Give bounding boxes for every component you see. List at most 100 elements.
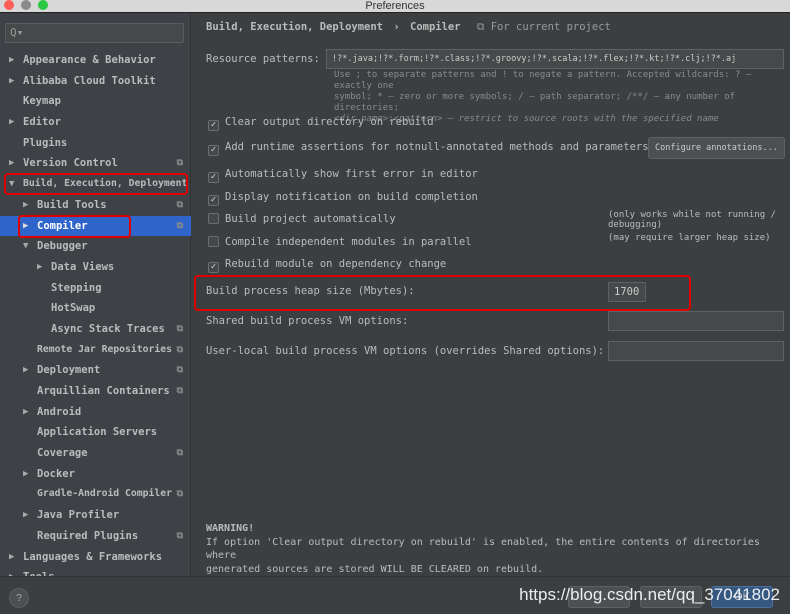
settings-search-input[interactable]: Q▾ [5, 23, 184, 43]
settings-tree: ▶ Appearance & Behavior ▶ Alibaba Cloud Too… [0, 50, 191, 588]
sidebar-item[interactable]: Remote Jar Repositories ⧉ [0, 340, 191, 361]
sidebar-item[interactable]: HotSwap [0, 298, 191, 319]
sidebar-item[interactable]: Async Stack Traces ⧉ [0, 319, 191, 340]
configure-annotations-button[interactable]: Configure annotations... [648, 137, 785, 159]
checkbox-checked-icon[interactable]: ✓ [208, 262, 219, 273]
checkbox-label: Compile independent modules in parallel [225, 236, 472, 248]
collapsed-arrow-icon[interactable]: ▶ [9, 547, 14, 568]
breadcrumb-current: Compiler [410, 21, 461, 33]
maximize-window-button[interactable] [38, 0, 48, 10]
expanded-arrow-icon[interactable]: ▼ [23, 236, 28, 257]
checkbox-option[interactable]: Build project automatically [208, 211, 396, 227]
collapsed-arrow-icon[interactable]: ▶ [9, 50, 14, 71]
sidebar-item[interactable]: ▶ Editor [0, 112, 191, 133]
checkbox-checked-icon[interactable]: ✓ [208, 120, 219, 131]
checkbox-option[interactable]: ✓ Display notification on build completio… [208, 189, 478, 206]
project-scope-label: ⧉ For current project [476, 21, 611, 33]
project-level-icon: ⧉ [176, 323, 183, 334]
collapsed-arrow-icon[interactable]: ▶ [9, 112, 14, 133]
sidebar-item[interactable]: ▶ Data Views [0, 257, 191, 278]
breadcrumb: Build, Execution, Deployment › Compiler … [206, 21, 611, 34]
sidebar-item[interactable]: ▶ Android [0, 402, 191, 423]
hint-line: Use ; to separate patterns and ! to nega… [334, 70, 752, 91]
sidebar-item-label: Coverage [37, 447, 88, 460]
heap-size-input[interactable]: 1700 [608, 282, 646, 302]
sidebar-item[interactable]: ▶ Docker [0, 464, 191, 485]
sidebar-item[interactable]: Plugins [0, 133, 191, 154]
sidebar-item[interactable]: Coverage ⧉ [0, 443, 191, 464]
shared-vm-options-input[interactable] [608, 311, 784, 331]
checkbox-checked-icon[interactable]: ✓ [208, 145, 219, 156]
sidebar-item-label: Languages & Frameworks [23, 550, 163, 563]
sidebar-item[interactable]: Arquillian Containers ⧉ [0, 381, 191, 402]
search-icon: Q▾ [10, 26, 24, 39]
sidebar-item[interactable]: ▶ Java Profiler [0, 505, 191, 526]
shared-vm-options-label: Shared build process VM options: [206, 315, 409, 327]
sidebar-item-label: Debugger [37, 240, 88, 253]
collapsed-arrow-icon[interactable]: ▶ [23, 195, 28, 216]
sidebar-item[interactable]: ▶ Deployment ⧉ [0, 360, 191, 381]
collapsed-arrow-icon[interactable]: ▶ [9, 71, 14, 92]
warning-line: generated sources are stored WILL BE CLE… [206, 563, 544, 575]
collapsed-arrow-icon[interactable]: ▶ [23, 360, 28, 381]
sidebar-item[interactable]: ▼ Build, Execution, Deployment [0, 173, 191, 196]
sidebar-item[interactable]: ▶ Build Tools ⧉ [0, 195, 191, 216]
project-level-icon: ⧉ [176, 199, 183, 210]
checkbox-option[interactable]: Compile independent modules in parallel [208, 234, 472, 250]
sidebar-item-label: Keymap [23, 95, 61, 108]
sidebar-item[interactable]: Gradle-Android Compiler ⧉ [0, 484, 191, 505]
collapsed-arrow-icon[interactable]: ▶ [23, 402, 28, 423]
checkbox-option[interactable]: ✓ Add runtime assertions for notnull-anno… [208, 139, 649, 156]
sidebar-item-label: Build Tools [37, 198, 107, 211]
sidebar-item-label: Arquillian Containers [37, 385, 170, 397]
sidebar-item-label: Docker [37, 467, 75, 480]
sidebar-item[interactable]: Keymap [0, 91, 191, 112]
sidebar-item-label: Appearance & Behavior [23, 54, 156, 66]
sidebar-item[interactable]: Application Servers [0, 422, 191, 443]
sidebar-item[interactable]: ▶ Appearance & Behavior [0, 50, 191, 71]
checkbox-unchecked-icon[interactable] [208, 236, 219, 247]
help-button[interactable]: ? [9, 588, 29, 608]
checkbox-checked-icon[interactable]: ✓ [208, 195, 219, 206]
resource-patterns-input[interactable]: !?*.java;!?*.form;!?*.class;!?*.groovy;!… [326, 49, 784, 69]
resource-patterns-label: Resource patterns: [206, 53, 320, 65]
collapsed-arrow-icon[interactable]: ▶ [23, 505, 28, 526]
breadcrumb-parent[interactable]: Build, Execution, Deployment [206, 21, 383, 33]
checkbox-unchecked-icon[interactable] [208, 213, 219, 224]
project-level-icon: ⧉ [176, 448, 183, 459]
project-level-icon: ⧉ [176, 386, 183, 396]
project-level-icon: ⧉ [176, 365, 183, 376]
collapsed-arrow-icon[interactable]: ▶ [37, 257, 42, 278]
checkbox-label: Clear output directory on rebuild [225, 116, 434, 128]
sidebar-item[interactable]: Stepping [0, 278, 191, 299]
sidebar-item-label: HotSwap [51, 302, 96, 315]
checkbox-label: Display notification on build completion [225, 191, 478, 203]
checkbox-label: Rebuild module on dependency change [225, 258, 447, 270]
sidebar-item[interactable]: ▶ Alibaba Cloud Toolkit [0, 71, 191, 92]
user-vm-options-input[interactable] [608, 341, 784, 361]
checkbox-checked-icon[interactable]: ✓ [208, 172, 219, 183]
warning-text: WARNING! If option 'Clear output directo… [206, 522, 784, 576]
sidebar-item-label: Deployment [37, 364, 101, 377]
close-window-button[interactable] [4, 0, 14, 10]
sidebar-item-label: Required Plugins [37, 529, 139, 542]
collapsed-arrow-icon[interactable]: ▶ [23, 464, 28, 485]
project-level-icon: ⧉ [176, 220, 183, 231]
breadcrumb-separator: › [393, 21, 400, 33]
sidebar-item-label: Data Views [51, 260, 115, 273]
collapsed-arrow-icon[interactable]: ▶ [9, 153, 14, 174]
sidebar-item[interactable]: ▶ Languages & Frameworks [0, 547, 191, 568]
sidebar-item[interactable]: ▶ Version Control ⧉ [0, 153, 191, 174]
sidebar-item-label: Stepping [51, 281, 102, 294]
project-level-icon: ⧉ [176, 158, 183, 169]
checkbox-option[interactable]: ✓ Clear output directory on rebuild [208, 114, 434, 131]
sidebar-item[interactable]: ▶ Compiler ⧉ [0, 214, 191, 238]
sidebar: Q▾ ▶ Appearance & Behavior ▶ Alibaba Cloud … [0, 14, 191, 583]
sidebar-item[interactable]: Required Plugins ⧉ [0, 526, 191, 547]
sidebar-item-label: Editor [23, 116, 61, 129]
minimize-window-button[interactable] [21, 0, 31, 10]
sidebar-item[interactable]: ▼ Debugger [0, 236, 191, 257]
checkbox-option[interactable]: ✓ Rebuild module on dependency change [208, 256, 447, 273]
checkbox-option[interactable]: ✓ Automatically show first error in edito… [208, 166, 478, 183]
window-controls [4, 0, 48, 10]
